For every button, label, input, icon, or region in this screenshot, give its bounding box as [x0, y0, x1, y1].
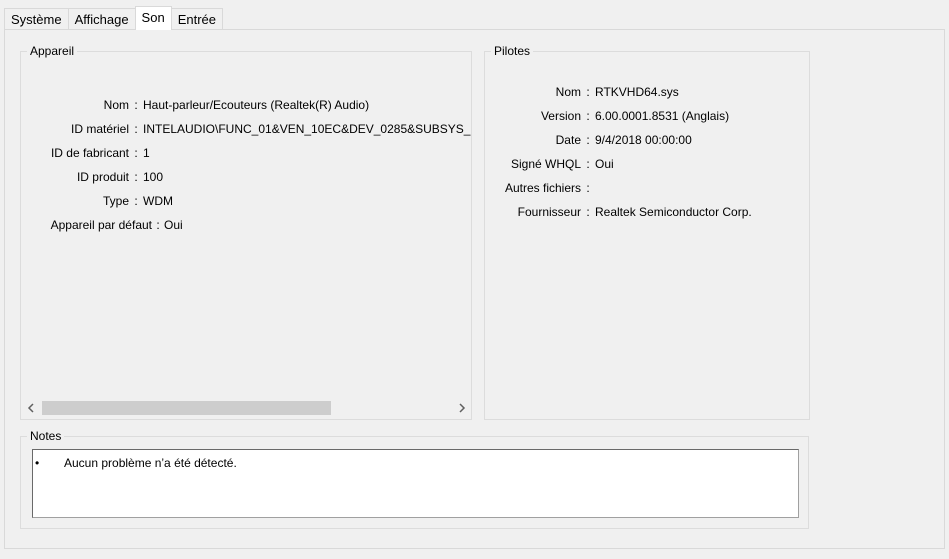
- pilotes-title: Pilotes: [491, 44, 534, 58]
- pilotes-row-whql: Signé WHQL : Oui: [485, 156, 614, 172]
- list-item: • Aucun problème n’a été détecté.: [33, 456, 237, 470]
- appareil-horizontal-scrollbar[interactable]: [22, 399, 471, 417]
- appareil-label-id-fabricant: ID de fabricant: [50, 146, 129, 160]
- pilotes-value-version: 6.00.0001.8531 (Anglais): [595, 109, 730, 123]
- separator: :: [156, 218, 160, 232]
- pilotes-row-version: Version : 6.00.0001.8531 (Anglais): [485, 108, 729, 124]
- pilotes-label-whql: Signé WHQL: [510, 157, 581, 171]
- bullet-icon: •: [35, 456, 40, 470]
- notes-textbox[interactable]: • Aucun problème n’a été détecté.: [32, 449, 799, 518]
- note-text: Aucun problème n’a été détecté.: [64, 456, 237, 470]
- appareil-row-nom: Nom : Haut-parleur/Ecouteurs (Realtek(R)…: [22, 97, 369, 113]
- tab-affichage[interactable]: Affichage: [67, 8, 136, 30]
- notes-group: Notes • Aucun problème n’a été détecté.: [20, 429, 809, 529]
- separator: :: [586, 157, 590, 171]
- appareil-row-id-produit: ID produit : 100: [22, 169, 163, 185]
- appareil-label-nom: Nom: [103, 98, 129, 112]
- pilotes-label-fournisseur: Fournisseur: [517, 205, 581, 219]
- separator: :: [586, 85, 590, 99]
- appareil-row-defaut: Appareil par défaut : Oui: [22, 217, 183, 233]
- tab-page-son: Appareil Nom : Haut-parleur/Ecouteurs (R…: [4, 29, 945, 549]
- tab-son[interactable]: Son: [134, 6, 172, 30]
- appareil-value-nom: Haut-parleur/Ecouteurs (Realtek(R) Audio…: [143, 98, 370, 112]
- pilotes-row-fournisseur: Fournisseur : Realtek Semiconductor Corp…: [485, 204, 752, 220]
- tab-entree[interactable]: Entrée: [170, 8, 223, 30]
- tab-strip: Système Affichage Son Entrée: [4, 6, 223, 30]
- separator: :: [586, 133, 590, 147]
- appareil-content: Nom : Haut-parleur/Ecouteurs (Realtek(R)…: [22, 53, 471, 399]
- pilotes-group: Pilotes Nom : RTKVHD64.sys Version : 6.0…: [484, 44, 810, 420]
- separator: :: [134, 170, 138, 184]
- separator: :: [134, 146, 138, 160]
- notes-title: Notes: [27, 429, 65, 443]
- pilotes-value-fournisseur: Realtek Semiconductor Corp.: [595, 205, 752, 219]
- pilotes-value-nom: RTKVHD64.sys: [595, 85, 679, 99]
- pilotes-row-date: Date : 9/4/2018 00:00:00: [485, 132, 692, 148]
- tab-systeme[interactable]: Système: [4, 8, 69, 30]
- separator: :: [586, 205, 590, 219]
- appareil-group: Appareil Nom : Haut-parleur/Ecouteurs (R…: [20, 44, 472, 420]
- separator: :: [134, 98, 138, 112]
- appareil-label-id-produit: ID produit: [76, 170, 129, 184]
- appareil-value-type: WDM: [143, 194, 173, 208]
- pilotes-label-autres-fichiers: Autres fichiers: [504, 181, 581, 195]
- appareil-row-type: Type : WDM: [22, 193, 173, 209]
- appareil-value-id-fabricant: 1: [143, 146, 150, 160]
- pilotes-label-version: Version: [540, 109, 581, 123]
- separator: :: [586, 109, 590, 123]
- separator: :: [134, 122, 138, 136]
- appareil-row-id-materiel: ID matériel : INTELAUDIO\FUNC_01&VEN_10E…: [22, 121, 471, 137]
- appareil-label-type: Type: [102, 194, 129, 208]
- appareil-label-defaut: Appareil par défaut: [50, 218, 152, 232]
- appareil-label-id-materiel: ID matériel: [70, 122, 129, 136]
- chevron-right-icon[interactable]: [453, 399, 471, 417]
- pilotes-row-nom: Nom : RTKVHD64.sys: [485, 84, 679, 100]
- appareil-value-id-materiel: INTELAUDIO\FUNC_01&VEN_10EC&DEV_0285&SUB…: [143, 122, 471, 136]
- appareil-value-defaut: Oui: [164, 218, 183, 232]
- appareil-row-id-fabricant: ID de fabricant : 1: [22, 145, 150, 161]
- separator: :: [586, 181, 590, 195]
- pilotes-row-autres-fichiers: Autres fichiers :: [485, 180, 595, 196]
- pilotes-value-date: 9/4/2018 00:00:00: [595, 133, 692, 147]
- pilotes-value-whql: Oui: [595, 157, 614, 171]
- pilotes-label-nom: Nom: [555, 85, 581, 99]
- separator: :: [134, 194, 138, 208]
- appareil-value-id-produit: 100: [143, 170, 164, 184]
- scrollbar-thumb[interactable]: [42, 401, 331, 415]
- pilotes-label-date: Date: [555, 133, 581, 147]
- chevron-left-icon[interactable]: [22, 399, 40, 417]
